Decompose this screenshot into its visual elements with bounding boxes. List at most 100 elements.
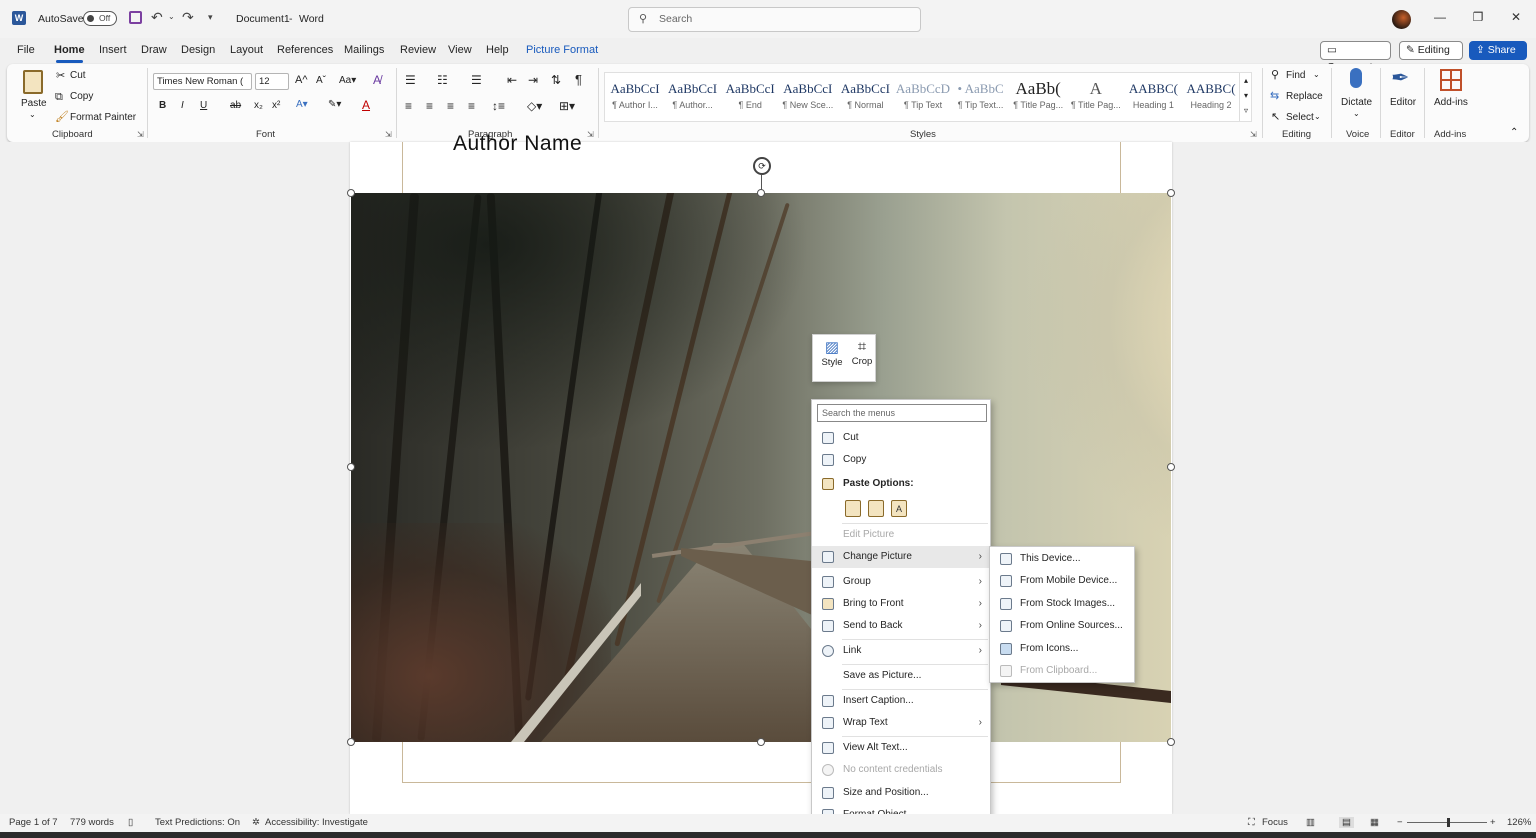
save-icon[interactable] xyxy=(129,11,142,24)
menu-search-input[interactable]: Search the menus xyxy=(817,404,987,422)
dialog-launcher-icon[interactable]: ⇲ xyxy=(137,130,144,139)
tab-picture-format[interactable]: Picture Format xyxy=(526,44,598,56)
format-painter-button[interactable]: Format Painter xyxy=(70,112,136,123)
find-dropdown-icon[interactable]: ⌄ xyxy=(1313,70,1320,79)
change-case-icon[interactable]: Aa▾ xyxy=(339,75,356,86)
select-button[interactable]: Select xyxy=(1286,112,1314,123)
submenu-item-stock-images[interactable]: From Stock Images... xyxy=(990,593,1134,615)
font-name-combo[interactable]: Times New Roman ( xyxy=(153,73,252,90)
comments-button[interactable]: ▭ Comments xyxy=(1320,41,1391,73)
style-tile[interactable]: AaBbCcI ¶ End xyxy=(722,78,778,118)
font-size-combo[interactable]: 12 xyxy=(255,73,289,90)
gallery-scroll[interactable]: ▴ ▾ ▿ xyxy=(1239,73,1252,121)
paste-text-only-icon[interactable]: A xyxy=(891,500,907,517)
text-predictions-status[interactable]: Text Predictions: On xyxy=(155,817,240,828)
menu-item-change-picture[interactable]: Change Picture › xyxy=(812,546,990,568)
submenu-item-this-device[interactable]: This Device... xyxy=(990,548,1134,570)
shading-icon[interactable]: ◇▾ xyxy=(527,99,542,113)
bullets-icon[interactable]: ☰ xyxy=(405,73,416,87)
underline-button[interactable]: U xyxy=(200,100,207,111)
paste-dropdown-icon[interactable]: ⌄ xyxy=(29,110,36,119)
numbering-icon[interactable]: ☷ xyxy=(437,73,448,87)
tab-review[interactable]: Review xyxy=(400,44,436,56)
read-mode-icon[interactable]: ▥ xyxy=(1306,817,1315,828)
web-layout-icon[interactable]: ▦ xyxy=(1370,817,1379,828)
font-color-icon[interactable]: A xyxy=(362,98,370,112)
style-tile[interactable]: A ¶ Title Pag... xyxy=(1068,78,1124,118)
style-button[interactable]: ▨ Style xyxy=(817,338,847,380)
grow-font-icon[interactable]: A^ xyxy=(295,74,308,86)
close-icon[interactable]: ✕ xyxy=(1506,10,1526,28)
paste-merge-icon[interactable] xyxy=(868,500,884,517)
bold-button[interactable]: B xyxy=(159,100,166,111)
zoom-out-button[interactable]: − xyxy=(1397,817,1403,828)
word-count[interactable]: 779 words xyxy=(70,817,114,828)
style-tile[interactable]: AaBb(¶ Title Pag... xyxy=(1010,78,1066,118)
editing-mode-button[interactable]: ✎ Editing ▾ xyxy=(1399,41,1463,73)
style-tile[interactable]: AaBbCcD ¶ Tip Text xyxy=(895,78,951,118)
menu-item-group[interactable]: Group › xyxy=(812,571,990,593)
undo-dropdown-icon[interactable]: ⌄ xyxy=(168,12,175,21)
line-spacing-icon[interactable]: ↕≡ xyxy=(492,99,505,113)
resize-handle[interactable] xyxy=(757,189,765,197)
sort-icon[interactable]: ⇅ xyxy=(551,73,561,87)
resize-handle[interactable] xyxy=(1167,738,1175,746)
print-layout-icon[interactable]: ▤ xyxy=(1339,817,1354,828)
submenu-item-mobile-device[interactable]: From Mobile Device... xyxy=(990,570,1134,592)
user-avatar[interactable] xyxy=(1392,10,1411,29)
redo-icon[interactable]: ↷ xyxy=(182,9,194,26)
highlight-icon[interactable]: ✎▾ xyxy=(328,99,341,110)
tab-file[interactable]: File xyxy=(17,44,35,56)
style-tile[interactable]: • AaBbC ¶ Tip Text... xyxy=(953,78,1009,118)
style-tile[interactable]: AABBC(Heading 2 xyxy=(1183,78,1239,118)
dialog-launcher-icon[interactable]: ⇲ xyxy=(385,130,392,139)
resize-handle[interactable] xyxy=(347,189,355,197)
multilevel-list-icon[interactable]: ☰ xyxy=(471,73,482,87)
menu-item-size-and-position[interactable]: Size and Position... xyxy=(812,782,990,804)
restore-icon[interactable]: ❐ xyxy=(1468,10,1488,28)
tab-mailings[interactable]: Mailings xyxy=(344,44,384,56)
autosave-toggle[interactable]: Off xyxy=(83,11,117,26)
style-tile[interactable]: AaBbCcI ¶ New Sce... xyxy=(780,78,836,118)
decrease-indent-icon[interactable]: ⇤ xyxy=(507,73,517,87)
proofing-icon[interactable]: ▯ xyxy=(128,817,133,828)
cut-button[interactable]: Cut xyxy=(70,70,86,81)
undo-icon[interactable]: ↶ xyxy=(151,9,163,26)
menu-item-copy[interactable]: Copy xyxy=(812,449,990,471)
search-box[interactable]: ⚲ Search xyxy=(628,7,921,32)
menu-item-save-as-picture[interactable]: Save as Picture... xyxy=(812,665,990,687)
menu-item-link[interactable]: Link › xyxy=(812,640,990,662)
copy-button[interactable]: Copy xyxy=(70,91,93,102)
addins-button[interactable]: Add-ins xyxy=(1434,97,1468,108)
subscript-button[interactable]: x₂ xyxy=(254,100,263,111)
submenu-item-online-sources[interactable]: From Online Sources... xyxy=(990,615,1134,637)
page-count[interactable]: Page 1 of 7 xyxy=(9,817,58,828)
menu-item-cut[interactable]: Cut xyxy=(812,427,990,449)
share-button[interactable]: ⇪ Share ▾ xyxy=(1469,41,1527,73)
clear-formatting-icon[interactable]: A̸ xyxy=(373,73,381,87)
crop-button[interactable]: ⌗ Crop xyxy=(849,338,875,380)
collapse-ribbon-icon[interactable]: ⌃ xyxy=(1510,127,1518,138)
focus-button[interactable]: Focus xyxy=(1262,817,1288,828)
style-tile[interactable]: AaBbCcI ¶ Normal xyxy=(837,78,893,118)
paste-button[interactable]: Paste xyxy=(21,98,47,109)
rotation-handle-icon[interactable]: ⟳ xyxy=(753,157,771,175)
customize-qat-icon[interactable]: ▾ xyxy=(208,12,213,23)
tab-draw[interactable]: Draw xyxy=(141,44,167,56)
submenu-item-icons[interactable]: From Icons... xyxy=(990,638,1134,660)
pilcrow-icon[interactable]: ¶ xyxy=(575,72,582,87)
italic-button[interactable]: I xyxy=(181,100,184,111)
menu-item-bring-to-front[interactable]: Bring to Front › xyxy=(812,593,990,615)
menu-item-send-to-back[interactable]: Send to Back › xyxy=(812,615,990,637)
shrink-font-icon[interactable]: Aˇ xyxy=(316,75,326,86)
resize-handle[interactable] xyxy=(1167,189,1175,197)
increase-indent-icon[interactable]: ⇥ xyxy=(528,73,538,87)
tab-insert[interactable]: Insert xyxy=(99,44,127,56)
superscript-button[interactable]: x² xyxy=(272,100,280,111)
borders-icon[interactable]: ⊞▾ xyxy=(559,99,575,113)
resize-handle[interactable] xyxy=(757,738,765,746)
zoom-in-button[interactable]: + xyxy=(1490,817,1496,828)
style-tile[interactable]: AaBbCcI ¶ Author I... xyxy=(607,78,663,118)
tab-help[interactable]: Help xyxy=(486,44,509,56)
minimize-icon[interactable]: — xyxy=(1430,10,1450,28)
